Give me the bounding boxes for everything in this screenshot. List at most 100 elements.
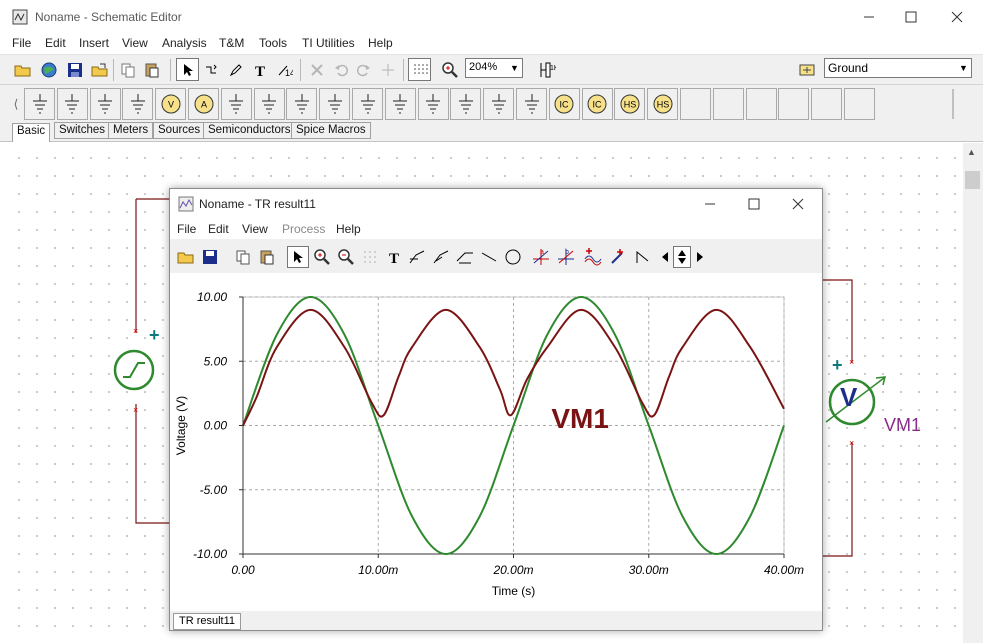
menu-help[interactable]: Help [368,36,393,50]
palette-item-voltmeter[interactable]: V [155,88,187,120]
palette-item-inductor[interactable] [319,88,351,120]
child-menu-edit[interactable]: Edit [208,222,229,236]
child-marker-button[interactable] [607,246,629,268]
draw-button[interactable] [224,58,247,81]
palette-item-ic-source[interactable]: IC [548,88,580,120]
pin-button[interactable] [376,58,399,81]
zoom-select[interactable]: 204% ▼ [465,58,523,78]
child-paste-button[interactable] [256,246,278,268]
undo-button[interactable] [329,58,352,81]
child-grid-button[interactable] [359,246,381,268]
child-copy-button[interactable] [232,246,254,268]
palette-item-potentiometer[interactable] [253,88,285,120]
child-updown-button[interactable] [673,246,691,268]
child-open-button[interactable] [175,246,197,268]
tab-sources[interactable]: Sources [153,122,206,139]
palette-empty-slot[interactable] [778,88,810,120]
child-menu-view[interactable]: View [242,222,268,236]
copy-button[interactable] [116,58,139,81]
globe-button[interactable] [37,58,60,81]
open-button[interactable] [11,58,34,81]
palette-empty-slot[interactable] [745,88,777,120]
palette-empty-slot[interactable] [811,88,843,120]
child-cursor-a-marker-button[interactable]: a [530,246,552,268]
menu-analysis[interactable]: Analysis [162,36,207,50]
scrollbar-thumb[interactable] [965,171,980,189]
minimize-button[interactable] [846,0,892,34]
palette-item-battery[interactable] [89,88,121,120]
child-next-button[interactable] [693,246,707,268]
ground-tool-button[interactable] [795,58,818,81]
maximize-button[interactable] [888,0,934,34]
child-cursor-b-marker-button[interactable]: b [555,246,577,268]
child-circle-button[interactable] [502,246,524,268]
delete-button[interactable] [305,58,328,81]
vertical-scrollbar[interactable]: ▲ [963,143,983,643]
palette-item-switch[interactable] [450,88,482,120]
child-prev-button[interactable] [658,246,672,268]
palette-item-transformer2[interactable] [417,88,449,120]
plot-area[interactable]: 10.00 5.00 0.00 -5.00 -10.00 0.00 10.00m 20.00m… [170,273,822,611]
child-save-button[interactable] [199,246,221,268]
child-maximize-button[interactable] [734,189,774,219]
child-text-button[interactable]: T [383,246,405,268]
tab-spice-macros[interactable]: Spice Macros [291,122,371,139]
tab-switches[interactable]: Switches [54,122,111,139]
label-button[interactable]: 14 [273,58,296,81]
redo-button[interactable] [352,58,375,81]
palette-item-ground-symbol[interactable] [24,88,55,120]
menu-insert[interactable]: Insert [79,36,109,50]
menu-file[interactable]: File [12,36,31,50]
tag-button[interactable]: 1K [535,58,558,81]
grid-button[interactable] [408,58,431,81]
child-add-trace-button[interactable] [582,246,604,268]
tab-basic[interactable]: Basic [12,123,51,142]
palette-empty-slot[interactable] [712,88,744,120]
menu-ti-utilities[interactable]: TI Utilities [302,36,355,50]
child-close-button[interactable] [778,189,818,219]
menu-edit[interactable]: Edit [45,36,66,50]
save-button[interactable] [63,58,86,81]
child-zoom-in-button[interactable] [311,246,333,268]
palette-item-ammeter[interactable]: A [188,88,219,120]
tab-semiconductors[interactable]: Semiconductors [203,122,296,139]
wire-button[interactable] [199,58,222,81]
child-select-button[interactable] [287,246,309,268]
palette-item-capacitor[interactable] [286,88,318,120]
palette-item-varistor[interactable] [483,88,515,120]
menu-view[interactable]: View [122,36,148,50]
child-zoom-out-button[interactable] [335,246,357,268]
palette-item-hs-source2[interactable]: HS [647,88,679,120]
palette-empty-slot[interactable] [680,88,711,120]
ground-select[interactable]: Ground ▼ [824,58,972,78]
menu-tools[interactable]: Tools [259,36,287,50]
child-menu-process[interactable]: Process [282,222,325,236]
palette-empty-slot[interactable] [844,88,875,120]
child-menu-file[interactable]: File [177,222,196,236]
child-minimize-button[interactable] [690,189,730,219]
child-line-button[interactable] [478,246,500,268]
select-button[interactable] [176,58,199,81]
child-angle-button[interactable] [632,246,654,268]
palette-item-diode[interactable] [516,88,547,120]
child-cursor-b-button[interactable] [430,246,452,268]
child-cursor-a-button[interactable] [406,246,428,268]
paste-button[interactable] [140,58,163,81]
scroll-left-icon[interactable]: ⟨ [10,89,22,119]
palette-item-ic-source2[interactable]: IC [581,88,613,120]
palette-item-voltage-source[interactable] [56,88,88,120]
palette-item-transformer[interactable] [384,88,416,120]
open-project-button[interactable] [88,58,111,81]
palette-item-current-source[interactable] [122,88,154,120]
scroll-up-icon[interactable]: ▲ [967,147,976,157]
zoom-button[interactable] [438,58,461,81]
child-label-button[interactable] [454,246,476,268]
menu-tm[interactable]: T&M [219,36,244,50]
close-button[interactable] [934,0,980,34]
palette-item-coupled-inductor[interactable] [352,88,383,120]
palette-item-hs-source[interactable]: HS [614,88,646,120]
child-menu-help[interactable]: Help [336,222,361,236]
text-button[interactable]: T [248,58,271,81]
palette-item-resistor[interactable] [220,88,252,120]
tab-meters[interactable]: Meters [108,122,154,139]
